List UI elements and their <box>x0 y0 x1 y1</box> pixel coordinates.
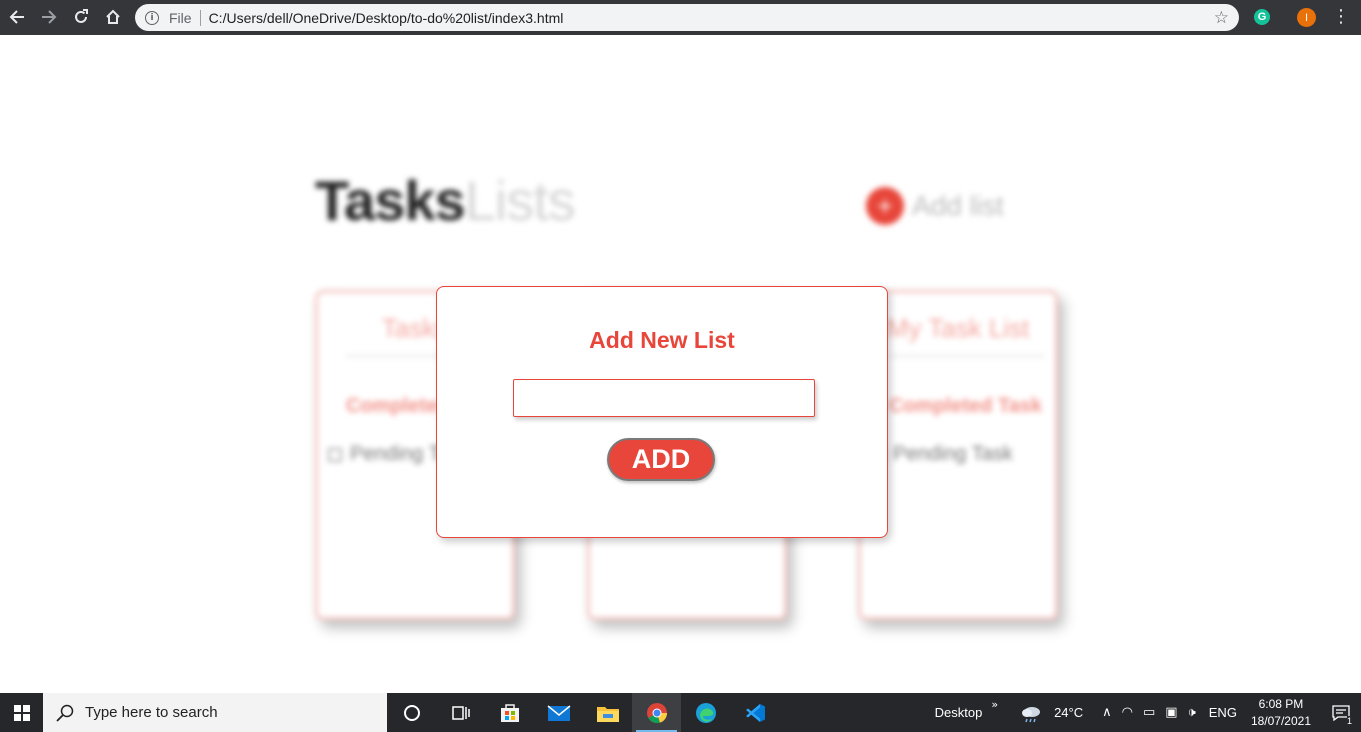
forward-icon[interactable] <box>33 1 65 33</box>
address-bar[interactable]: i File C:/Users/dell/OneDrive/Desktop/to… <box>135 4 1239 31</box>
card-task-item[interactable]: Pending Task <box>871 443 1013 466</box>
windows-taskbar: Type here to search Desktop » 24°C ∧ ◠ ▭… <box>0 693 1361 732</box>
back-icon[interactable] <box>1 1 33 33</box>
plus-icon: + <box>866 187 904 225</box>
omnibox-divider <box>199 9 201 26</box>
cortana-icon[interactable] <box>387 693 436 732</box>
list-card: My Task List Completed Task Pending Task <box>858 290 1058 620</box>
volume-icon[interactable]: 🕩 <box>1188 705 1196 720</box>
omnibox-file-label: File <box>169 9 192 26</box>
desktop-toolbar-label[interactable]: Desktop <box>935 705 983 720</box>
grammarly-extension-icon[interactable]: G <box>1254 9 1270 25</box>
profile-avatar[interactable]: I <box>1297 8 1316 27</box>
weather-cloud-icon[interactable] <box>1020 703 1042 723</box>
add-button[interactable]: ADD <box>607 438 715 481</box>
clock-date: 18/07/2021 <box>1250 713 1311 728</box>
taskbar-search[interactable]: Type here to search <box>43 693 387 732</box>
weather-temp[interactable]: 24°C <box>1054 705 1083 720</box>
home-icon[interactable] <box>97 1 129 33</box>
add-list-button[interactable]: + Add list <box>866 187 1004 225</box>
browser-menu-icon[interactable]: ⋮ <box>1332 7 1350 27</box>
notification-count: 1 <box>1346 716 1352 726</box>
browser-toolbar: i File C:/Users/dell/OneDrive/Desktop/to… <box>0 0 1361 35</box>
toolbar-expand-icon[interactable]: » <box>991 698 998 711</box>
card-completed-heading: Completed <box>346 395 450 417</box>
system-tray: Desktop » 24°C ∧ ◠ ▭ ▣ 🕩 ENG 6:08 PM 18/… <box>935 693 1361 732</box>
chevron-up-icon[interactable]: ∧ <box>1102 705 1112 720</box>
task-checkbox[interactable] <box>328 447 342 462</box>
clock[interactable]: 6:08 PM 18/07/2021 <box>1251 696 1311 730</box>
page-title: TasksLists <box>315 168 576 233</box>
modal-title: Add New List <box>589 327 735 353</box>
start-button[interactable] <box>0 693 43 732</box>
page-title-light: Lists <box>464 169 576 232</box>
clock-time: 6:08 PM <box>1258 696 1304 711</box>
card-title: My Task List <box>886 313 1030 343</box>
info-icon[interactable]: i <box>145 10 159 25</box>
file-explorer-icon[interactable] <box>583 693 632 732</box>
mail-icon[interactable] <box>534 693 583 732</box>
search-icon <box>56 704 74 722</box>
windows-logo-icon <box>13 704 30 721</box>
search-placeholder: Type here to search <box>85 704 218 721</box>
bookmark-star-icon[interactable]: ☆ <box>1214 8 1229 28</box>
task-label: Pending Task <box>893 443 1013 465</box>
task-view-icon[interactable] <box>436 693 485 732</box>
url-text[interactable]: C:/Users/dell/OneDrive/Desktop/to-do%20l… <box>209 10 564 26</box>
list-name-input[interactable] <box>513 379 815 417</box>
network-icon[interactable]: ◠ <box>1122 705 1133 720</box>
language-indicator[interactable]: ENG <box>1209 705 1237 720</box>
notification-center-button[interactable]: 1 <box>1321 693 1361 732</box>
card-divider <box>889 355 1045 357</box>
vscode-icon[interactable] <box>730 693 779 732</box>
battery-icon[interactable]: ▭ <box>1143 705 1155 720</box>
page-title-bold: Tasks <box>315 169 466 232</box>
add-list-modal: Add New List ADD <box>436 286 888 538</box>
card-completed-heading: Completed Task <box>889 395 1042 417</box>
reload-icon[interactable] <box>65 1 97 33</box>
add-list-label: Add list <box>912 190 1004 221</box>
chrome-icon[interactable] <box>632 693 681 732</box>
device-icon[interactable]: ▣ <box>1165 705 1177 720</box>
store-icon[interactable] <box>485 693 534 732</box>
edge-icon[interactable] <box>681 693 730 732</box>
